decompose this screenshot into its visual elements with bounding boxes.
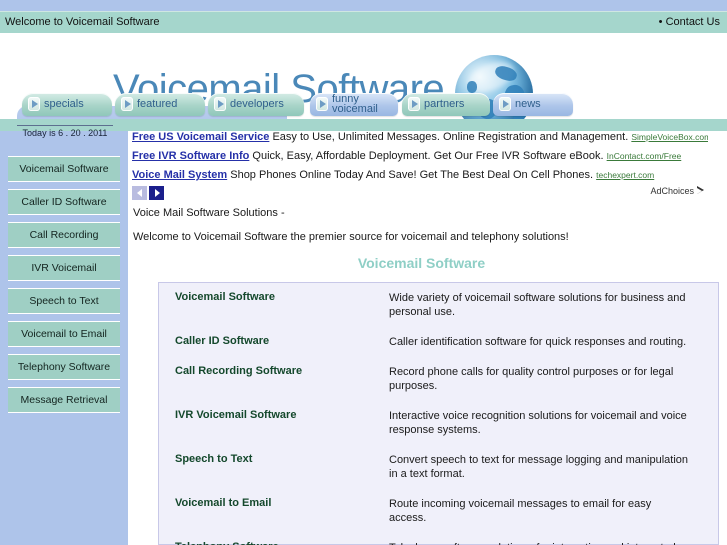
- ad-url-link[interactable]: SimpleVoiceBox.com: [631, 132, 708, 142]
- row-title: Telephony Software: [159, 533, 389, 545]
- sidebar-item-label: Telephony Software: [17, 361, 111, 373]
- row-title: Caller ID Software: [175, 335, 270, 347]
- contact-us-link[interactable]: • Contact Us: [659, 16, 720, 28]
- intro-line-2: Welcome to Voicemail Software the premie…: [133, 231, 569, 243]
- ad-url-link[interactable]: InContact.com/Free: [607, 151, 682, 161]
- tab-label-line2: voicemail: [332, 103, 378, 115]
- tab-funny-voicemail[interactable]: funny voicemail: [310, 93, 398, 116]
- welcome-text: Welcome to Voicemail Software: [5, 16, 160, 28]
- sidebar-item-call-recording[interactable]: Call Recording: [8, 222, 120, 248]
- solutions-table: Voicemail Software Wide variety of voice…: [158, 282, 719, 545]
- ad-item: Free US Voicemail Service Easy to Use, U…: [132, 131, 708, 150]
- sidebar-item-telephony-software[interactable]: Telephony Software: [8, 354, 120, 380]
- sidebar-item-label: Message Retrieval: [20, 394, 108, 406]
- tab-specials[interactable]: specials: [22, 93, 112, 116]
- ad-title-link[interactable]: Free US Voicemail Service: [132, 131, 269, 143]
- table-row[interactable]: Speech to Text Convert speech to text fo…: [159, 445, 718, 489]
- sidebar-item-label: IVR Voicemail: [31, 262, 97, 274]
- sidebar-item-label: Speech to Text: [29, 295, 99, 307]
- sidebar-item-label: Voicemail Software: [19, 163, 109, 175]
- row-description: Interactive voice recognition solutions …: [389, 410, 687, 436]
- top-accent-strip: [0, 0, 727, 11]
- ad-item: Free IVR Software Info Quick, Easy, Affo…: [132, 150, 708, 169]
- sidebar-item-label: Voicemail to Email: [21, 328, 107, 340]
- sidebar: Today is 6 . 20 . 2011 Voicemail Softwar…: [0, 125, 129, 545]
- intro-line-1: Voice Mail Software Solutions -: [133, 207, 285, 219]
- adchoices-label: AdChoices: [650, 186, 694, 196]
- row-title: IVR Voicemail Software: [175, 409, 297, 421]
- section-heading: Voicemail Software: [357, 255, 486, 271]
- sidebar-item-speech-to-text[interactable]: Speech to Text: [8, 288, 120, 314]
- sidebar-item-label: Call Recording: [29, 229, 99, 241]
- tab-arrow-icon: [408, 97, 420, 111]
- tab-partners[interactable]: partners: [402, 93, 490, 116]
- adchoices-link[interactable]: AdChoices: [650, 185, 706, 196]
- row-description: Record phone calls for quality control p…: [389, 366, 674, 392]
- tab-arrow-icon: [316, 97, 328, 111]
- row-description: Route incoming voicemail messages to ema…: [389, 498, 652, 524]
- tab-arrow-icon: [214, 97, 226, 111]
- sidebar-item-message-retrieval[interactable]: Message Retrieval: [8, 387, 120, 413]
- sidebar-item-label: Caller ID Software: [21, 196, 107, 208]
- ad-title-link[interactable]: Free IVR Software Info: [132, 150, 249, 162]
- ad-body-text: Quick, Easy, Affordable Deployment. Get …: [252, 150, 604, 162]
- sidebar-item-caller-id-software[interactable]: Caller ID Software: [8, 189, 120, 215]
- ad-body-text: Shop Phones Online Today And Save! Get T…: [230, 169, 594, 181]
- table-row[interactable]: Voicemail Software Wide variety of voice…: [159, 283, 718, 327]
- tab-label: specials: [44, 98, 84, 110]
- tab-arrow-icon: [28, 97, 40, 111]
- row-title: Speech to Text: [175, 453, 253, 465]
- tab-developers[interactable]: developers: [208, 93, 304, 116]
- row-title: Voicemail to Email: [175, 497, 272, 509]
- ad-url-link[interactable]: techexpert.com: [596, 170, 654, 180]
- row-description: Convert speech to text for message loggi…: [389, 454, 689, 480]
- tab-arrow-icon: [499, 97, 511, 111]
- tab-news[interactable]: news: [493, 93, 573, 116]
- row-description: Wide variety of voicemail software solut…: [389, 292, 686, 318]
- date-box: Today is 6 . 20 . 2011: [17, 125, 113, 142]
- ad-pager: [132, 186, 172, 200]
- table-row[interactable]: Caller ID Software Caller identification…: [159, 327, 718, 357]
- sidebar-item-ivr-voicemail[interactable]: IVR Voicemail: [8, 255, 120, 281]
- tab-label: news: [515, 98, 541, 110]
- page-root: Welcome to Voicemail Software • Contact …: [0, 0, 727, 545]
- ad-item: Voice Mail System Shop Phones Online Tod…: [132, 169, 708, 188]
- table-row[interactable]: Voicemail to Email Route incoming voicem…: [159, 489, 718, 533]
- chevron-right-icon[interactable]: [149, 186, 164, 200]
- ad-title-link[interactable]: Voice Mail System: [132, 169, 227, 181]
- tab-arrow-icon: [121, 97, 133, 111]
- ad-body-text: Easy to Use, Unlimited Messages. Online …: [272, 131, 629, 143]
- row-title: Voicemail Software: [175, 291, 276, 303]
- row-description: Telephony software solutions, for intera…: [389, 533, 689, 545]
- tab-label: developers: [230, 98, 284, 110]
- sidebar-item-voicemail-software[interactable]: Voicemail Software: [8, 156, 120, 182]
- sidebar-nav: Voicemail Software Caller ID Software Ca…: [8, 156, 120, 420]
- row-title: Call Recording Software: [175, 365, 303, 377]
- ad-block: Free US Voicemail Service Easy to Use, U…: [132, 131, 708, 188]
- adchoices-triangle-icon: [697, 186, 706, 195]
- sidebar-item-voicemail-to-email[interactable]: Voicemail to Email: [8, 321, 120, 347]
- table-row[interactable]: Call Recording Software Record phone cal…: [159, 357, 718, 401]
- table-row[interactable]: IVR Voicemail Software Interactive voice…: [159, 401, 718, 445]
- tab-featured[interactable]: featured: [115, 93, 205, 116]
- tab-label: featured: [137, 98, 178, 110]
- table-row[interactable]: Telephony Software Telephony software so…: [159, 533, 718, 545]
- chevron-left-icon[interactable]: [132, 186, 147, 200]
- tab-label: funny voicemail: [332, 94, 378, 115]
- row-description: Caller identification software for quick…: [389, 336, 687, 348]
- welcome-bar: Welcome to Voicemail Software • Contact …: [0, 11, 727, 34]
- content-wrapper: Today is 6 . 20 . 2011 Voicemail Softwar…: [0, 125, 727, 545]
- main-column: Free US Voicemail Service Easy to Use, U…: [129, 131, 719, 545]
- date-text: Today is 6 . 20 . 2011: [22, 128, 108, 138]
- tab-label: partners: [424, 98, 465, 110]
